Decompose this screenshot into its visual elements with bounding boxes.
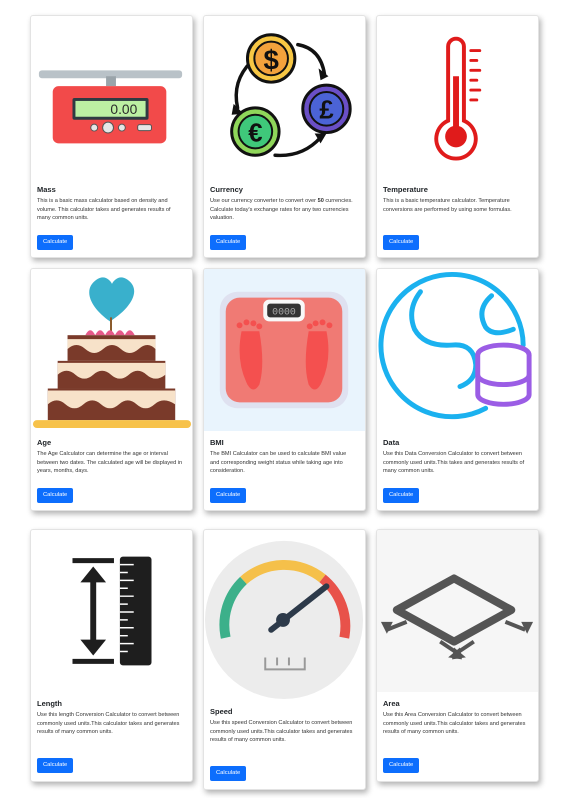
card-description: Use this speed Conversion Calculator to …: [210, 720, 353, 744]
area-arrows-icon: [377, 530, 538, 692]
card-description: Use this length Conversion Calculator to…: [37, 712, 180, 736]
speedometer-icon: [204, 530, 365, 700]
calculate-button[interactable]: Calculate: [37, 758, 74, 773]
scale-display: 0000: [272, 306, 296, 317]
card-title: Mass: [37, 185, 56, 194]
card-area: Area Use this Area Conversion Calculator…: [376, 529, 539, 782]
card-title: Currency: [210, 185, 243, 194]
card-title: Length: [37, 699, 62, 708]
calculate-button[interactable]: Calculate: [210, 488, 247, 503]
card-description: The Age Calculator can determine the age…: [37, 451, 183, 475]
calculate-button[interactable]: Calculate: [383, 758, 420, 773]
card-bmi: 0000 BMI The BMI Calculator can be used …: [203, 268, 366, 511]
card-title: Data: [383, 438, 400, 447]
calculate-button[interactable]: Calculate: [37, 488, 74, 503]
card-title: Age: [37, 438, 52, 447]
card-data: Data Use this Data Conversion Calculator…: [376, 268, 539, 511]
scale-icon: 0.00: [31, 16, 192, 176]
bathroom-scale-icon: 0000: [204, 269, 365, 431]
data-globe-icon: [377, 269, 538, 431]
card-mass: 0.00 Mass This is a basic mass calculato…: [30, 15, 193, 258]
card-description: This is a basic temperature calculator. …: [383, 198, 512, 213]
card-age: Age The Age Calculator can determine the…: [30, 268, 193, 511]
card-description: Use this Area Conversion Calculator to c…: [383, 712, 526, 736]
card-currency: $ £ € Currency Use our currency converte…: [203, 15, 366, 258]
card-description: Use our currency converter to convert ov…: [210, 198, 353, 222]
calculate-button[interactable]: Calculate: [383, 488, 420, 503]
svg-text:£: £: [319, 97, 334, 125]
card-temperature: Temperature This is a basic temperature …: [376, 15, 539, 258]
calculate-button[interactable]: Calculate: [210, 235, 247, 250]
calculate-button[interactable]: Calculate: [37, 235, 74, 250]
card-title: BMI: [210, 438, 224, 447]
currency-exchange-icon: $ £ €: [204, 16, 365, 176]
card-description: Use this Data Conversion Calculator to c…: [383, 451, 525, 475]
thermometer-icon: [377, 16, 538, 176]
card-title: Area: [383, 699, 400, 708]
calculate-button[interactable]: Calculate: [383, 235, 420, 250]
scale-display: 0.00: [110, 101, 137, 117]
calculate-button[interactable]: Calculate: [210, 766, 247, 781]
card-title: Temperature: [383, 185, 428, 194]
card-description: This is a basic mass calculator based on…: [37, 198, 171, 222]
card-description: The BMI Calculator can be used to calcul…: [210, 451, 347, 475]
ruler-icon: [31, 530, 192, 692]
card-title: Speed: [210, 707, 233, 716]
svg-text:€: €: [248, 119, 262, 147]
card-speed: Speed Use this speed Conversion Calculat…: [203, 529, 366, 790]
svg-text:$: $: [263, 44, 278, 75]
cake-icon: [31, 269, 192, 431]
card-length: Length Use this length Conversion Calcul…: [30, 529, 193, 782]
